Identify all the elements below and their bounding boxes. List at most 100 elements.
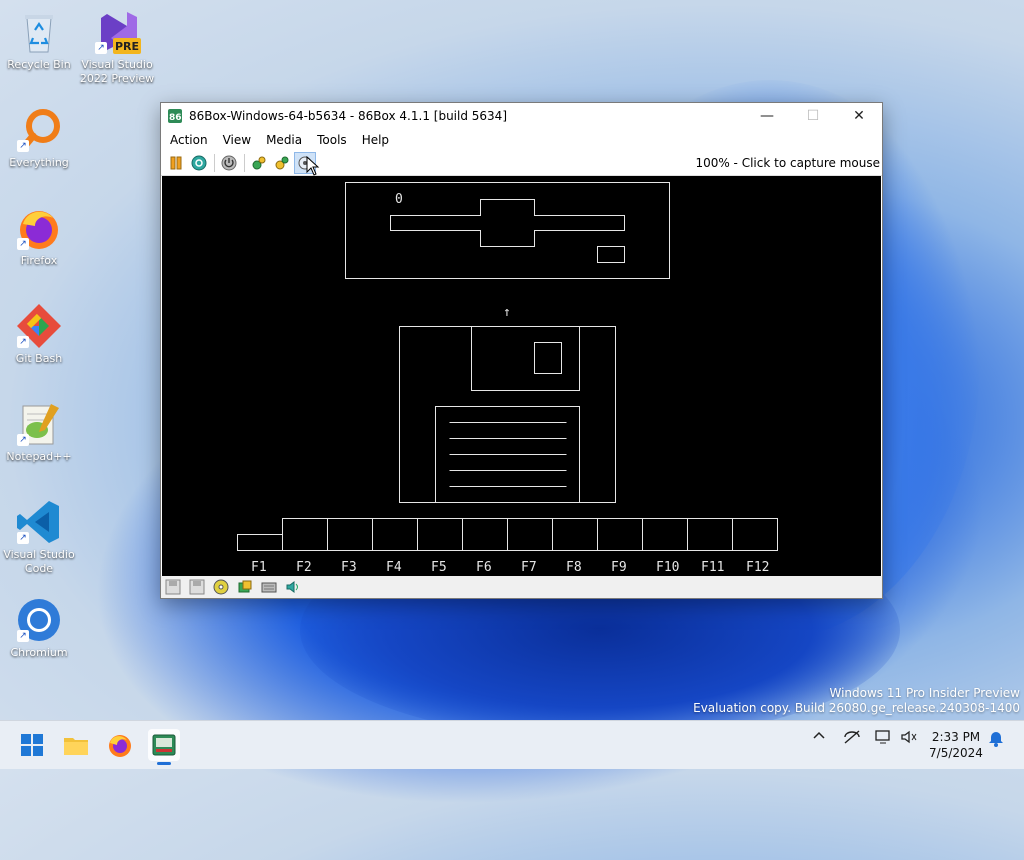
- fkey-box-f5: [417, 518, 463, 551]
- bell-icon: [989, 732, 1003, 747]
- vscode-icon: ↗: [15, 498, 63, 546]
- shortcut-arrow-icon: ↗: [17, 140, 29, 152]
- desktop-icon-everything[interactable]: ↗ Everything: [1, 106, 77, 170]
- emulated-display: 0 ↑ F1 F2 F3 F4 F5 F6 F7 F8 F9 F10 F11 F…: [237, 182, 778, 575]
- ctrl-alt-del-button[interactable]: [188, 152, 210, 174]
- floppy-b-icon: [189, 579, 205, 595]
- sound-icon: [286, 581, 298, 593]
- taskbar-file-explorer[interactable]: [60, 729, 92, 761]
- menu-tools[interactable]: Tools: [310, 133, 355, 147]
- keyboard-icon: [261, 582, 277, 593]
- file-explorer-icon: [64, 738, 88, 755]
- cdrom-status[interactable]: [211, 578, 231, 596]
- tray-volume[interactable]: [900, 729, 918, 748]
- taskbar-86box[interactable]: [148, 729, 180, 765]
- mouse-cursor-icon: [306, 156, 320, 176]
- pause-button[interactable]: [165, 152, 187, 174]
- tray-notifications[interactable]: [988, 729, 1004, 750]
- menu-action[interactable]: Action: [163, 133, 216, 147]
- fkey-box-f6: [462, 518, 508, 551]
- fkey-label: F7: [521, 560, 537, 575]
- settings-button[interactable]: [248, 152, 270, 174]
- chevron-up-icon: [813, 731, 825, 739]
- fkey-box-f7: [507, 518, 553, 551]
- desktop-icon-chromium[interactable]: ↗ Chromium: [1, 596, 77, 660]
- floppy-b-status[interactable]: [187, 578, 207, 596]
- fkey-label: F11: [701, 560, 724, 575]
- 86box-app-icon: 86: [168, 109, 182, 123]
- hard-disk-status[interactable]: [235, 578, 255, 596]
- ctrl-alt-del-icon: [191, 155, 207, 171]
- sound-status[interactable]: [283, 578, 303, 596]
- desktop-icon-label: Firefox: [20, 254, 58, 267]
- taskbar-clock[interactable]: 2:33 PM 7/5/2024: [926, 729, 986, 761]
- volume-icon: [901, 730, 917, 744]
- shortcut-arrow-icon: ↗: [95, 42, 107, 54]
- keyboard-status[interactable]: [259, 578, 279, 596]
- fkey-label: F1: [251, 560, 267, 575]
- shortcut-arrow-icon: ↗: [17, 630, 29, 642]
- cdrom-icon: [213, 579, 229, 595]
- menu-bar: Action View Media Tools Help: [161, 129, 882, 151]
- window-titlebar[interactable]: 86 86Box-Windows-64-b5634 - 86Box 4.1.1 …: [161, 103, 882, 129]
- desktop-icon-label: Git Bash: [15, 352, 63, 365]
- desktop-icon-label: Everything: [9, 156, 69, 169]
- fkey-box-f1: [237, 534, 283, 551]
- firefox-icon: ↗: [15, 204, 63, 252]
- shift-key-shape: [390, 199, 625, 247]
- tray-display[interactable]: [874, 729, 892, 748]
- menu-view[interactable]: View: [216, 133, 259, 147]
- pause-icon: [170, 156, 182, 170]
- menu-help[interactable]: Help: [355, 133, 397, 147]
- tray-network[interactable]: [843, 729, 861, 748]
- show-hidden-icons-button[interactable]: [812, 729, 826, 746]
- 86box-window[interactable]: 86 86Box-Windows-64-b5634 - 86Box 4.1.1 …: [160, 102, 883, 599]
- fkey-label: F9: [611, 560, 627, 575]
- emulated-screen[interactable]: 0 ↑ F1 F2 F3 F4 F5 F6 F7 F8 F9 F10 F11 F…: [162, 176, 881, 576]
- shortcut-arrow-icon: ↗: [17, 336, 29, 348]
- desktop-icon-firefox[interactable]: ↗ Firefox: [1, 204, 77, 268]
- fkey-label: F6: [476, 560, 492, 575]
- watermark-line: Evaluation copy. Build 26080.ge_release.…: [693, 701, 1020, 715]
- clock-time: 2:33 PM: [931, 730, 981, 744]
- settings-icon: [252, 156, 266, 170]
- menu-media[interactable]: Media: [259, 133, 310, 147]
- fkey-label: F8: [566, 560, 582, 575]
- chromium-icon: ↗: [15, 596, 63, 644]
- floppy-shutter: [471, 326, 580, 391]
- maximize-button[interactable]: ☐: [790, 103, 836, 129]
- capture-mouse-status[interactable]: 100% - Click to capture mouse: [695, 156, 882, 170]
- hard-reset-button[interactable]: [271, 152, 293, 174]
- shortcut-arrow-icon: ↗: [17, 434, 29, 446]
- start-icon: [21, 734, 43, 756]
- desktop-icon-notepad-plus-plus[interactable]: ↗ Notepad++: [1, 400, 77, 464]
- desktop-icon-visual-studio[interactable]: PRE ↗ Visual Studio 2022 Preview: [79, 8, 155, 86]
- close-button[interactable]: ✕: [836, 103, 882, 129]
- fkey-label: F10: [656, 560, 679, 575]
- counter-text: 0: [395, 192, 403, 207]
- display-icon: [875, 730, 890, 744]
- fkey-label: F3: [341, 560, 357, 575]
- desktop-icon-git-bash[interactable]: ↗ Git Bash: [1, 302, 77, 366]
- desktop-icon-vscode[interactable]: ↗ Visual Studio Code: [1, 498, 77, 576]
- fkey-label: F5: [431, 560, 447, 575]
- firefox-icon: [109, 735, 131, 757]
- taskbar-firefox[interactable]: [104, 729, 136, 761]
- recycle-bin-icon: [15, 8, 63, 56]
- desktop-icon-recycle-bin[interactable]: Recycle Bin: [1, 8, 77, 72]
- minimize-button[interactable]: —: [744, 103, 790, 129]
- network-off-icon: [844, 730, 860, 744]
- svg-text:86: 86: [169, 113, 182, 123]
- start-button[interactable]: [16, 729, 48, 761]
- floppy-a-icon: [165, 579, 181, 595]
- toolbar-separator: [244, 154, 245, 172]
- fkey-box-f3: [327, 518, 373, 551]
- watermark-line: Windows 11 Pro Insider Preview: [829, 686, 1020, 700]
- fkey-box-f2: [282, 518, 328, 551]
- 86box-icon: [152, 734, 176, 756]
- floppy-a-status[interactable]: [163, 578, 183, 596]
- notepad-plus-plus-icon: ↗: [15, 400, 63, 448]
- up-arrow-glyph: ↑: [503, 305, 511, 320]
- power-button[interactable]: [218, 152, 240, 174]
- git-bash-icon: ↗: [15, 302, 63, 350]
